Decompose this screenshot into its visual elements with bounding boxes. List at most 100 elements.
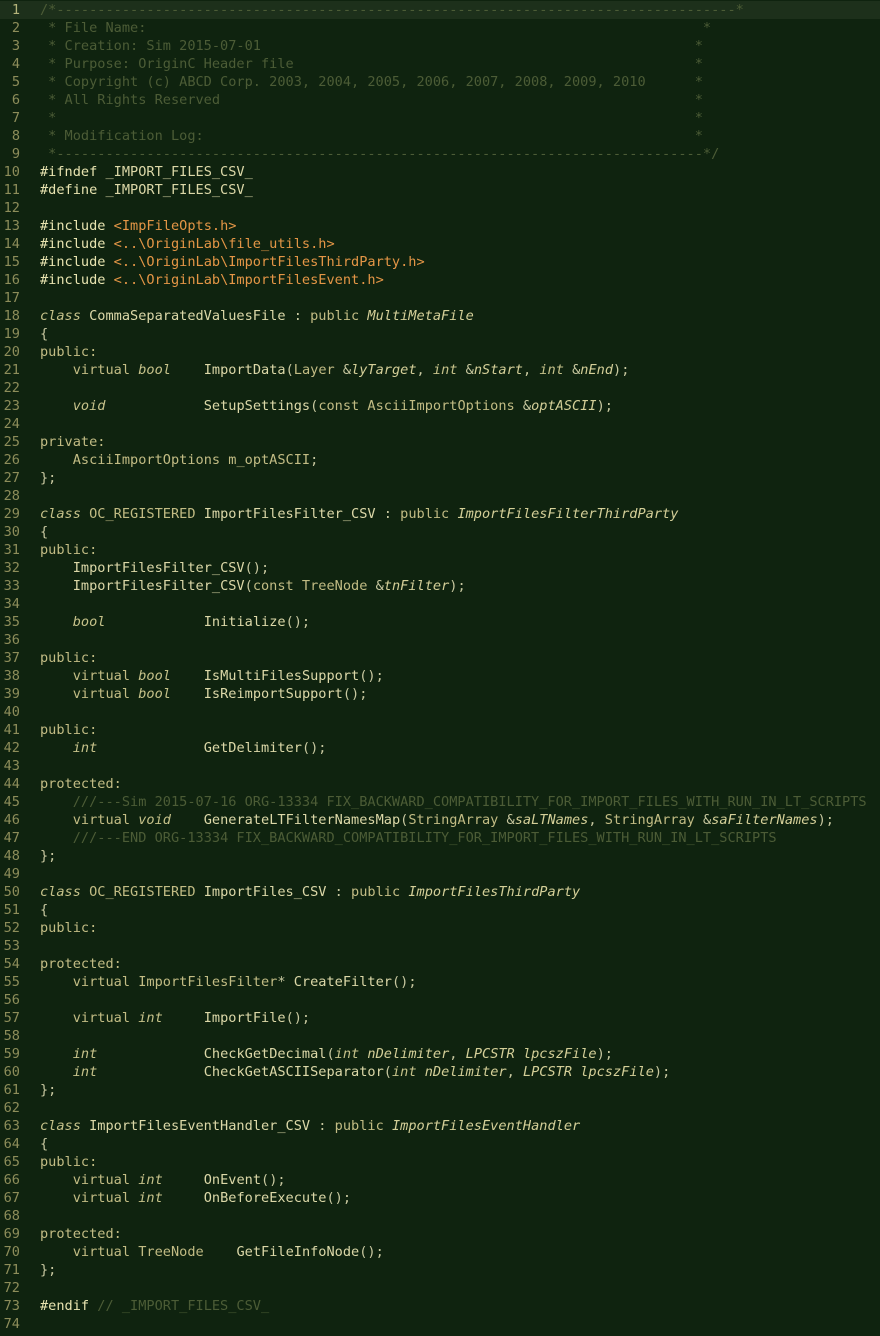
code-line[interactable]: 34 [0,595,880,613]
code-line[interactable]: 59 int CheckGetDecimal(int nDelimiter, L… [0,1045,880,1063]
code-line[interactable]: 23 void SetupSettings(const AsciiImportO… [0,397,880,415]
code-token: public: [40,542,98,558]
line-number: 51 [3,902,20,918]
code-line[interactable]: 64 { [0,1135,880,1153]
code-line[interactable]: 28 [0,487,880,505]
code-line[interactable]: 6 * All Rights Reserved * [0,91,880,109]
code-line[interactable]: 72 [0,1279,880,1297]
code-line[interactable]: 70 virtual TreeNode GetFileInfoNode(); [0,1243,880,1261]
code-line[interactable]: 33 ImportFilesFilter_CSV(const TreeNode … [0,577,880,595]
code-token: CheckGetASCIISeparator [203,1064,384,1080]
code-line[interactable]: 38 virtual bool IsMultiFilesSupport(); [0,667,880,685]
code-line[interactable]: 65 public: [0,1153,880,1171]
code-line[interactable]: 42 int GetDelimiter(); [0,739,880,757]
code-line[interactable]: 9 *-------------------------------------… [0,145,880,163]
code-line[interactable]: 61}; [0,1081,880,1099]
code-token: ImportFilesFilter [138,974,278,990]
code-token: int [138,1010,163,1026]
code-line[interactable]: 31 public: [0,541,880,559]
code-token: int [138,1190,163,1206]
code-editor[interactable]: 1 /*-------------------------------------… [0,0,880,1336]
code-line[interactable]: 35 bool Initialize(); [0,613,880,631]
code-line[interactable]: 39 virtual bool IsReimportSupport(); [0,685,880,703]
code-line[interactable]: 2 * File Name: * [0,19,880,37]
code-token: public: [40,650,98,666]
code-line[interactable]: 53 [0,937,880,955]
code-token: optASCII [531,398,597,414]
code-line[interactable]: 52 public: [0,919,880,937]
code-line[interactable]: 55 virtual ImportFilesFilter* CreateFilt… [0,973,880,991]
code-line[interactable]: 18 class CommaSeparatedValuesFile : publi… [0,307,880,325]
code-line[interactable]: 69 protected: [0,1225,880,1243]
code-line[interactable]: 46 virtual void GenerateLTFilterNamesMap… [0,811,880,829]
code-line[interactable]: 5 * Copyright (c) ABCD Corp. 2003, 2004,… [0,73,880,91]
code-line[interactable]: 1 /*-------------------------------------… [0,1,880,19]
code-token: , [522,362,540,378]
code-line[interactable]: 36 [0,631,880,649]
code-line[interactable]: 56 [0,991,880,1009]
code-line[interactable]: 8 * Modification Log: * [0,127,880,145]
code-line[interactable]: 57 virtual int ImportFile(); [0,1009,880,1027]
code-line[interactable]: 17 [0,289,880,307]
code-line[interactable]: 54 protected: [0,955,880,973]
code-line[interactable]: 25 private: [0,433,880,451]
code-line[interactable]: 68 [0,1207,880,1225]
code-line[interactable]: 47 ///---END ORG-13334 FIX_BACKWARD_COMP… [0,829,880,847]
code-line[interactable]: 15 #include <..\OriginLab\ImportFilesThir… [0,253,880,271]
line-number: 12 [3,200,20,216]
code-line[interactable]: 45 ///---Sim 2015-07-16 ORG-13334 FIX_BA… [0,793,880,811]
code-token: ); [653,1064,671,1080]
code-line[interactable]: 40 [0,703,880,721]
code-line[interactable]: 74 [0,1315,880,1333]
code-line[interactable]: 13 #include <ImpFileOpts.h> [0,217,880,235]
code-line[interactable]: 44 protected: [0,775,880,793]
line-text: int GetDelimiter(); [40,739,327,757]
code-token: OC_REGISTERED [89,884,196,900]
code-line[interactable]: 24 [0,415,880,433]
code-line[interactable]: 67 virtual int OnBeforeExecute(); [0,1189,880,1207]
code-line[interactable]: 50 class OC_REGISTERED ImportFiles_CSV : … [0,883,880,901]
line-text: { [40,325,48,343]
code-line[interactable]: 16 #include <..\OriginLab\ImportFilesEven… [0,271,880,289]
code-line[interactable]: 51 { [0,901,880,919]
code-line[interactable]: 22 [0,379,880,397]
code-line[interactable]: 7 * * [0,109,880,127]
code-token: CreateFilter [293,974,392,990]
code-line[interactable]: 26 AsciiImportOptions m_optASCII; [0,451,880,469]
code-token: virtual [72,686,131,702]
code-line[interactable]: 12 [0,199,880,217]
code-line[interactable]: 58 [0,1027,880,1045]
code-line[interactable]: 73 #endif // _IMPORT_FILES_CSV_ [0,1297,880,1315]
code-line[interactable]: 14 #include <..\OriginLab\file_utils.h> [0,235,880,253]
code-line[interactable]: 27}; [0,469,880,487]
code-area[interactable]: 1 /*-------------------------------------… [0,1,880,1333]
code-line[interactable]: 3 * Creation: Sim 2015-07-01 * [0,37,880,55]
code-line[interactable]: 20 public: [0,343,880,361]
code-token: class [40,308,81,324]
code-line[interactable]: 29 class OC_REGISTERED ImportFilesFilter_… [0,505,880,523]
code-line[interactable]: 66 virtual int OnEvent(); [0,1171,880,1189]
code-line[interactable]: 43 [0,757,880,775]
code-line[interactable]: 19 { [0,325,880,343]
code-line[interactable]: 41 public: [0,721,880,739]
code-line[interactable]: 11 #define _IMPORT_FILES_CSV_ [0,181,880,199]
code-line[interactable]: 63 class ImportFilesEventHandler_CSV : pu… [0,1117,880,1135]
code-line[interactable]: 49 [0,865,880,883]
code-token: ImportFilesEventHandler [391,1118,581,1134]
code-line[interactable]: 48}; [0,847,880,865]
code-line[interactable]: 4 * Purpose: OriginC Header file * [0,55,880,73]
code-line[interactable]: 21 virtual bool ImportData(Layer &lyTarg… [0,361,880,379]
code-line[interactable]: 62 [0,1099,880,1117]
line-number: 61 [3,1082,20,1098]
code-line[interactable]: 60 int CheckGetASCIISeparator(int nDelim… [0,1063,880,1081]
line-text: bool Initialize(); [40,613,310,631]
code-line[interactable]: 30 { [0,523,880,541]
code-line[interactable]: 71}; [0,1261,880,1279]
code-line[interactable]: 37 public: [0,649,880,667]
code-line[interactable]: 32 ImportFilesFilter_CSV(); [0,559,880,577]
code-line[interactable]: 10 #ifndef _IMPORT_FILES_CSV_ [0,163,880,181]
